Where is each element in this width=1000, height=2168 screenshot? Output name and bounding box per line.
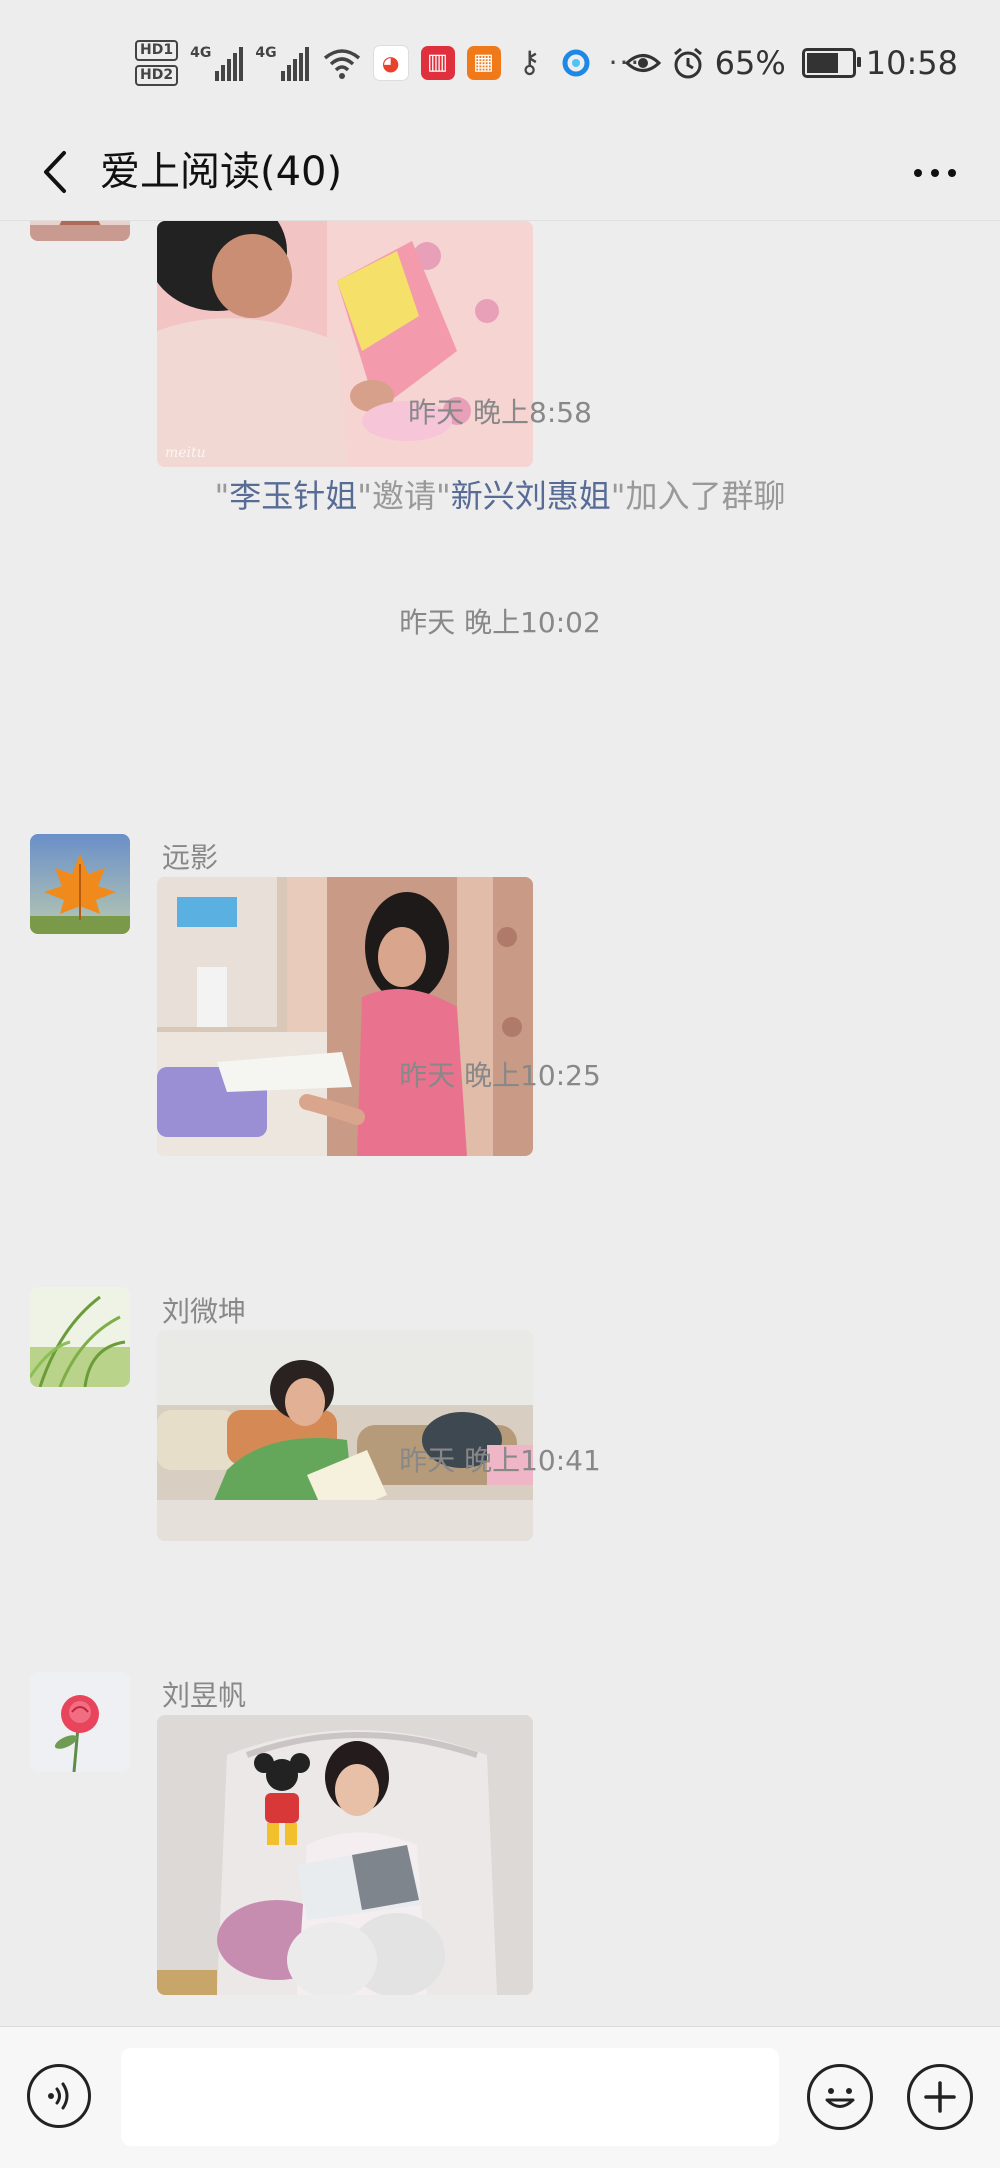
more-options-button[interactable] bbox=[905, 145, 965, 200]
weibo-icon: ◕ bbox=[372, 44, 409, 81]
quote-mark: " bbox=[214, 477, 230, 515]
more-actions-button[interactable] bbox=[907, 2064, 973, 2130]
more-dot-icon bbox=[931, 168, 939, 177]
chat-header: 爱上阅读(40) bbox=[0, 125, 1000, 221]
girl-avatar-image bbox=[30, 221, 130, 241]
voice-input-button[interactable] bbox=[27, 2064, 91, 2128]
maple-leaf-avatar bbox=[30, 834, 130, 934]
timestamp: 昨天 晚上8:58 bbox=[408, 396, 592, 429]
hd-indicator: HD1 HD2 bbox=[135, 39, 179, 86]
girl-reading-on-sofa-photo bbox=[157, 1330, 533, 1541]
clock-time: 10:58 bbox=[865, 43, 958, 82]
timestamp: 昨天 晚上10:41 bbox=[399, 1444, 601, 1477]
network-type-1: 4G bbox=[190, 44, 212, 61]
network-type-2: 4G bbox=[255, 44, 277, 61]
signal-2-icon: 4G bbox=[255, 44, 309, 81]
system-join-message: "李玉针姐"邀请"新兴刘惠姐"加入了群聊 bbox=[0, 471, 1000, 517]
battery-percent: 65% bbox=[714, 43, 786, 82]
more-dot-icon bbox=[914, 168, 922, 177]
message-input[interactable] bbox=[121, 2048, 779, 2146]
sender-name: 刘微坤 bbox=[162, 1295, 247, 1328]
chevron-left-icon bbox=[44, 151, 66, 193]
plus-icon bbox=[924, 2081, 956, 2113]
inviter-name-link[interactable]: 李玉针姐 bbox=[229, 477, 357, 515]
avatar[interactable] bbox=[30, 1672, 130, 1772]
hd1-label: HD1 bbox=[135, 39, 179, 61]
status-bar: HD1 HD2 4G 4G ◕ ▥ ▦ ⚷ ··· 65% 10:58 bbox=[0, 0, 1000, 125]
voice-icon bbox=[48, 2082, 69, 2110]
eye-comfort-icon bbox=[624, 53, 661, 72]
smiley-icon bbox=[825, 2088, 855, 2108]
battery-icon bbox=[801, 47, 861, 78]
invite-text: "邀请" bbox=[357, 477, 451, 515]
status-bar-left: HD1 HD2 4G 4G ◕ ▥ ▦ ⚷ ··· bbox=[135, 30, 641, 95]
timestamp: 昨天 晚上10:02 bbox=[399, 606, 601, 639]
image-message[interactable] bbox=[157, 1330, 533, 1541]
browser-icon bbox=[559, 46, 593, 80]
key-icon: ⚷ bbox=[518, 45, 541, 80]
more-dot-icon bbox=[948, 168, 956, 177]
avatar[interactable] bbox=[30, 221, 130, 241]
sender-name: 远影 bbox=[162, 841, 219, 874]
status-bar-right: 65% 10:58 bbox=[624, 30, 958, 95]
avatar[interactable] bbox=[30, 1287, 130, 1387]
chat-input-bar bbox=[0, 2026, 1000, 2168]
girl-reading-on-bed-photo bbox=[157, 1715, 533, 1995]
emoji-button[interactable] bbox=[807, 2064, 873, 2130]
alarm-icon bbox=[673, 47, 702, 78]
message-list[interactable]: meitu 昨天 晚上8:58 "李玉针姐"邀请"新兴刘惠姐"加入了群聊 昨天 … bbox=[0, 221, 1000, 2026]
sender-name: 刘昱帆 bbox=[162, 1679, 247, 1712]
group-chat-title: 爱上阅读(40) bbox=[100, 149, 343, 195]
book-icon: ▥ bbox=[420, 45, 455, 80]
joined-text: "加入了群聊 bbox=[610, 477, 786, 515]
rose-avatar bbox=[30, 1672, 130, 1772]
image-message[interactable] bbox=[157, 1715, 533, 1995]
back-button[interactable] bbox=[30, 147, 80, 197]
avatar[interactable] bbox=[30, 834, 130, 934]
grass-avatar bbox=[30, 1287, 130, 1387]
meitu-watermark: meitu bbox=[165, 445, 206, 461]
scan-icon: ▦ bbox=[466, 45, 501, 80]
signal-1-icon: 4G bbox=[190, 44, 244, 81]
wifi-icon bbox=[323, 48, 360, 79]
image-message[interactable] bbox=[157, 877, 533, 1156]
invitee-name-link[interactable]: 新兴刘惠姐 bbox=[451, 477, 611, 515]
hd2-label: HD2 bbox=[135, 64, 179, 86]
timestamp: 昨天 晚上10:25 bbox=[399, 1059, 601, 1092]
girl-reading-at-desk-photo bbox=[157, 877, 533, 1156]
